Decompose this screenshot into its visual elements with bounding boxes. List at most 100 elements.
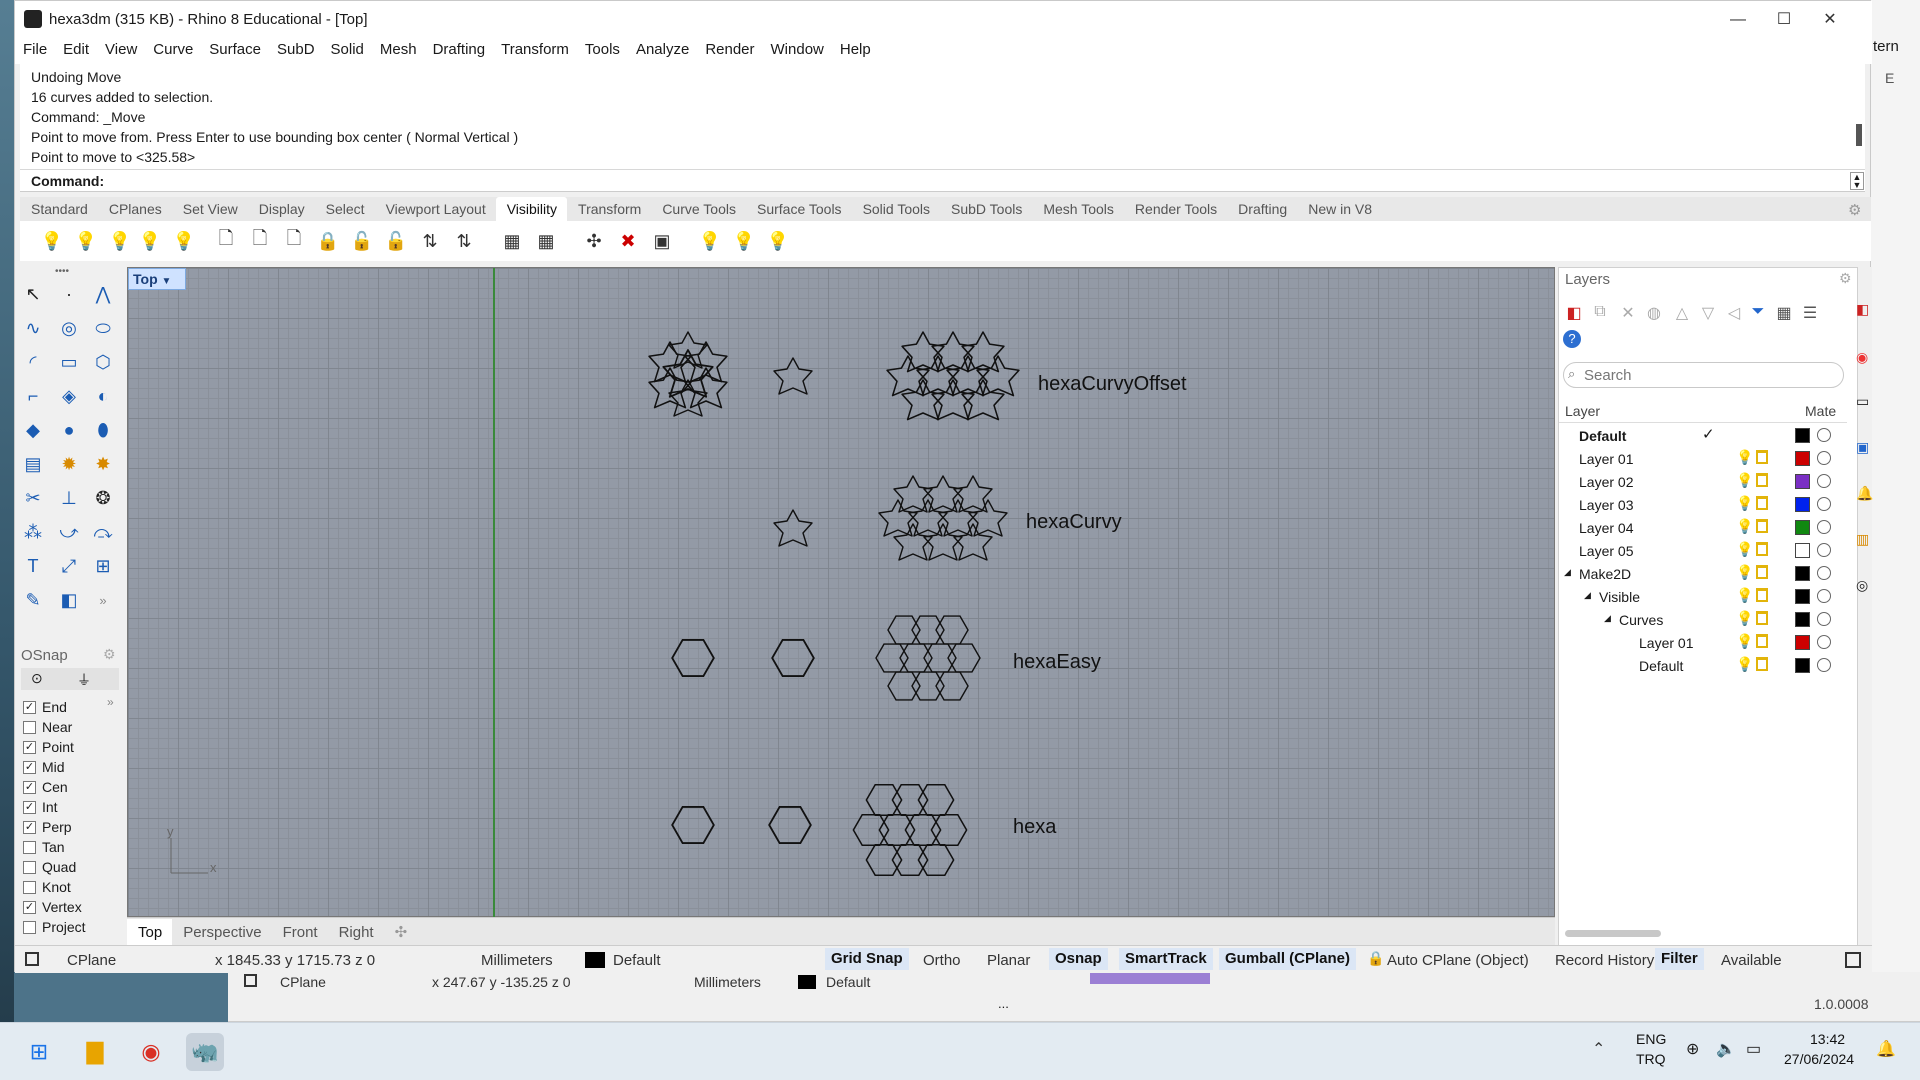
status-units[interactable]: Millimeters [481, 952, 553, 969]
menu-file[interactable]: File [15, 38, 55, 58]
bulb-icon[interactable]: 💡 [1736, 656, 1753, 673]
osnap-project[interactable]: Project [23, 917, 86, 937]
split-icon[interactable]: ⊥ [55, 484, 83, 512]
frame-icon[interactable]: ▣ [648, 227, 676, 255]
purge-icon[interactable]: ◍ [1643, 303, 1665, 325]
osnap-int[interactable]: ✓ Int [23, 797, 58, 817]
maximize-button[interactable]: ☐ [1761, 7, 1807, 33]
array-icon[interactable]: ⊞ [89, 552, 117, 580]
collapse-icon[interactable]: ◢ [1564, 567, 1571, 578]
checkbox[interactable]: ✓ [23, 820, 36, 834]
layer-row[interactable]: Layer 04 💡 [1559, 516, 1847, 539]
viewport-tab-front[interactable]: Front [272, 919, 328, 946]
add-viewport-icon[interactable]: ✣ [384, 918, 418, 945]
control-points-icon[interactable]: ✣ [580, 227, 608, 255]
menu-subd[interactable]: SubD [269, 38, 323, 58]
tab-render-tools[interactable]: Render Tools [1124, 197, 1227, 221]
select-arrow-icon[interactable]: ↖ [19, 280, 47, 308]
geometry-canvas[interactable] [128, 268, 1556, 918]
language-line1[interactable]: ENG [1636, 1031, 1666, 1047]
tab-surface-tools[interactable]: Surface Tools [746, 197, 852, 221]
bulb-icon[interactable]: 💡 [136, 227, 164, 255]
layer-color-swatch[interactable] [1795, 543, 1810, 558]
lock-swap-icon[interactable]: ⇅ [450, 227, 478, 255]
tab-drafting[interactable]: Drafting [1227, 197, 1297, 221]
menu-edit[interactable]: Edit [55, 38, 97, 58]
rebuild-icon[interactable]: ⤻ [55, 518, 83, 546]
help-icon[interactable]: ? [1563, 330, 1581, 348]
color-wheel-icon[interactable]: ◉ [1856, 349, 1868, 366]
tab-mesh-tools[interactable]: Mesh Tools [1032, 197, 1124, 221]
layer-row[interactable]: ◢ Visible 💡 [1559, 585, 1847, 608]
bulb-icon[interactable]: 💡 [1736, 518, 1753, 535]
sphere-icon[interactable]: ● [55, 416, 83, 444]
render-icon[interactable]: ◎ [1856, 577, 1868, 594]
record-history-toggle[interactable]: Record History [1555, 952, 1654, 969]
layers-tab-icon[interactable]: ◧ [1856, 301, 1869, 318]
filter-toggle[interactable]: Filter [1655, 948, 1704, 970]
menu-mesh[interactable]: Mesh [372, 38, 425, 58]
tab-standard[interactable]: Standard [20, 197, 98, 221]
osnap-mid[interactable]: ✓ Mid [23, 757, 65, 777]
delete-icon[interactable]: ✕ [1617, 303, 1639, 325]
lock-icon[interactable] [1756, 657, 1768, 671]
libraries-icon[interactable]: ▥ [1856, 531, 1869, 548]
menu-analyze[interactable]: Analyze [628, 38, 697, 58]
document-icon[interactable]: 🗋 [246, 227, 274, 255]
checkbox[interactable] [23, 720, 36, 734]
bulb-icon[interactable]: 💡 [72, 227, 100, 255]
fillet-icon[interactable]: ⌐ [19, 382, 47, 410]
chrome-icon[interactable]: ◉ [132, 1033, 170, 1071]
material-icon[interactable] [1817, 566, 1831, 580]
boolean-icon[interactable]: ❂ [89, 484, 117, 512]
menu-surface[interactable]: Surface [201, 38, 269, 58]
bulb-icon[interactable]: 💡 [106, 227, 134, 255]
collapse-icon[interactable]: ◢ [1604, 613, 1611, 624]
top-viewport[interactable]: Top ▼ hexaCurvyOffset hexaCurvy hexaEasy… [127, 267, 1556, 918]
minimize-button[interactable]: — [1715, 7, 1761, 33]
status-cplane[interactable]: CPlane [67, 952, 116, 969]
osnap-toggle[interactable]: Osnap [1049, 948, 1108, 970]
command-history[interactable]: Undoing Move 16 curves added to selectio… [20, 64, 1865, 170]
lock-swap-icon[interactable]: ⇅ [416, 227, 444, 255]
surface-icon[interactable]: ◈ [55, 382, 83, 410]
grid-snap-toggle[interactable]: Grid Snap [825, 948, 909, 970]
material-icon[interactable] [1817, 451, 1831, 465]
layer-color-swatch[interactable] [1795, 635, 1810, 650]
table-icon[interactable]: ▦ [1773, 303, 1795, 325]
move-down-icon[interactable]: ▽ [1697, 303, 1719, 325]
panel-toggle-icon[interactable] [25, 952, 39, 966]
filter-icon[interactable]: ⏷ [1747, 303, 1769, 325]
notifications-icon[interactable]: 🔔 [1856, 485, 1873, 502]
layer-row[interactable]: Layer 01 💡 [1559, 631, 1847, 654]
unlock-icon[interactable]: 🔓 [348, 227, 376, 255]
lock-icon[interactable] [1756, 450, 1768, 464]
menu-view[interactable]: View [97, 38, 145, 58]
clock-date[interactable]: 27/06/2024 [1784, 1051, 1854, 1067]
menu-curve[interactable]: Curve [145, 38, 201, 58]
lock-icon[interactable] [1756, 565, 1768, 579]
tab-select[interactable]: Select [315, 197, 375, 221]
lock-icon[interactable] [1756, 542, 1768, 556]
new-sublayer-icon[interactable]: ⧉ [1589, 303, 1611, 325]
viewport-props-icon[interactable]: ▣ [1856, 439, 1869, 456]
menu-render[interactable]: Render [697, 38, 762, 58]
tab-set-view[interactable]: Set View [172, 197, 248, 221]
lock-icon[interactable] [1756, 611, 1768, 625]
group-icon[interactable]: ⁂ [19, 518, 47, 546]
rectangle-icon[interactable]: ▭ [55, 348, 83, 376]
edit-icon[interactable]: ✎ [19, 586, 47, 614]
osnap-quad[interactable]: Quad [23, 857, 76, 877]
menu-window[interactable]: Window [763, 38, 832, 58]
lock-icon[interactable] [1756, 588, 1768, 602]
bulb-icon[interactable]: 💡 [1736, 495, 1753, 512]
scale-icon[interactable]: ⤢ [55, 552, 83, 580]
rhino-taskbar-icon[interactable]: 🦏 [186, 1033, 224, 1071]
polygon-icon[interactable]: ⬡ [89, 348, 117, 376]
network-icon[interactable]: ⊕ [1686, 1039, 1699, 1059]
display-icon[interactable]: ▭ [1856, 393, 1869, 410]
layer-color-swatch[interactable] [1795, 520, 1810, 535]
ellipse-icon[interactable]: ⬭ [89, 314, 117, 342]
explode-icon[interactable]: ✸ [89, 450, 117, 478]
language-line2[interactable]: TRQ [1636, 1051, 1666, 1067]
